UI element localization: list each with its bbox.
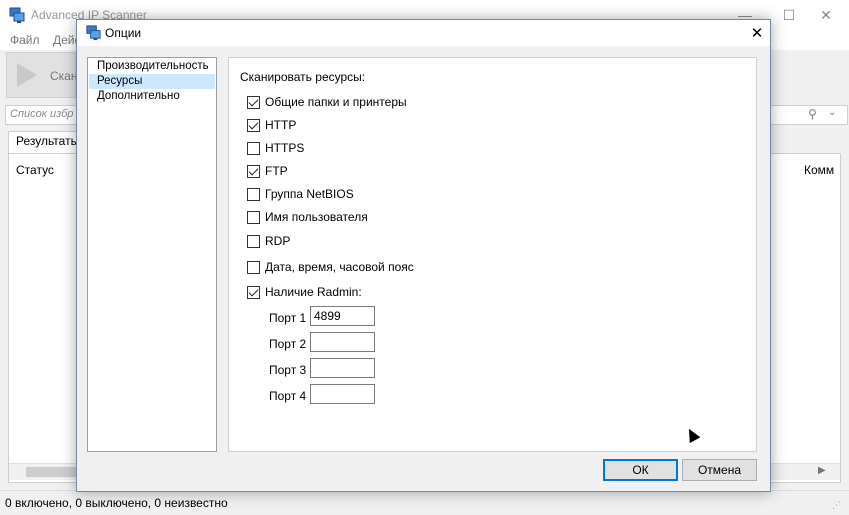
- column-header-status[interactable]: Статус: [16, 163, 54, 177]
- port-2-input[interactable]: [310, 332, 375, 352]
- port-3-label: Порт 3: [269, 363, 307, 377]
- section-title: Сканировать ресурсы:: [240, 70, 366, 84]
- checkbox-datetime[interactable]: [247, 260, 260, 274]
- nav-item-performance[interactable]: Производительность: [89, 59, 215, 74]
- play-icon: [17, 63, 37, 87]
- cancel-button[interactable]: Отмена: [682, 459, 757, 481]
- option-label: HTTPS: [265, 141, 305, 155]
- option-datetime[interactable]: Дата, время, часовой пояс: [247, 260, 414, 274]
- ok-button[interactable]: ОК: [603, 459, 678, 481]
- dialog-titlebar: [77, 20, 770, 46]
- option-http[interactable]: HTTP: [247, 118, 296, 132]
- main-close-button[interactable]: ✕: [803, 0, 849, 30]
- column-header-comment[interactable]: Комм: [804, 163, 834, 177]
- option-label: Имя пользователя: [265, 210, 368, 224]
- option-label: RDP: [265, 234, 291, 248]
- close-icon: ✕: [750, 25, 764, 42]
- port-4-input[interactable]: [310, 384, 375, 404]
- status-text: 0 включено, 0 выключено, 0 неизвестно: [5, 496, 228, 510]
- chevron-right-icon[interactable]: ▶: [818, 465, 826, 476]
- options-category-list: [87, 57, 217, 452]
- checkbox-rdp[interactable]: [247, 234, 260, 248]
- option-label: Дата, время, часовой пояс: [265, 260, 414, 274]
- checkbox-ftp[interactable]: [247, 164, 260, 178]
- option-label: HTTP: [265, 118, 297, 132]
- maximize-icon: ☐: [782, 6, 796, 23]
- resources-panel: [228, 57, 757, 452]
- menu-file[interactable]: Файл: [10, 33, 40, 47]
- nav-item-advanced[interactable]: Дополнительно: [89, 89, 215, 104]
- port-1-label: Порт 1: [269, 311, 307, 325]
- checkbox-radmin[interactable]: [247, 285, 260, 299]
- network-computer-icon: [86, 25, 101, 41]
- close-icon: ✕: [820, 6, 832, 23]
- resize-grip-icon[interactable]: ⋰: [832, 500, 846, 512]
- chevron-down-icon[interactable]: ⌄: [828, 107, 842, 123]
- option-username[interactable]: Имя пользователя: [247, 210, 368, 224]
- favorites-placeholder: Список избр: [10, 108, 74, 120]
- search-icon[interactable]: ⚲: [808, 107, 824, 123]
- checkbox-http[interactable]: [247, 118, 260, 132]
- option-shared-folders[interactable]: Общие папки и принтеры: [247, 95, 407, 109]
- option-radmin[interactable]: Наличие Radmin:: [247, 285, 362, 299]
- checkbox-shared-folders[interactable]: [247, 95, 260, 109]
- option-label: FTP: [265, 164, 288, 178]
- option-https[interactable]: HTTPS: [247, 141, 304, 155]
- port-3-input[interactable]: [310, 358, 375, 378]
- checkbox-netbios[interactable]: [247, 187, 260, 201]
- port-4-label: Порт 4: [269, 389, 307, 403]
- scan-label: Скан: [50, 69, 78, 83]
- option-netbios[interactable]: Группа NetBIOS: [247, 187, 354, 201]
- option-rdp[interactable]: RDP: [247, 234, 290, 248]
- port-1-input[interactable]: [310, 306, 375, 326]
- port-2-label: Порт 2: [269, 337, 307, 351]
- dialog-title: Опции: [105, 26, 142, 40]
- option-label: Группа NetBIOS: [265, 187, 354, 201]
- tab-results-label: Результаты: [16, 134, 80, 148]
- nav-item-resources[interactable]: Ресурсы: [89, 74, 215, 89]
- checkbox-https[interactable]: [247, 141, 260, 155]
- network-computer-icon: [9, 7, 25, 23]
- option-ftp[interactable]: FTP: [247, 164, 288, 178]
- dialog-close-button[interactable]: ✕: [744, 21, 770, 45]
- option-label: Общие папки и принтеры: [265, 95, 407, 109]
- checkbox-username[interactable]: [247, 210, 260, 224]
- option-label: Наличие Radmin:: [265, 285, 362, 299]
